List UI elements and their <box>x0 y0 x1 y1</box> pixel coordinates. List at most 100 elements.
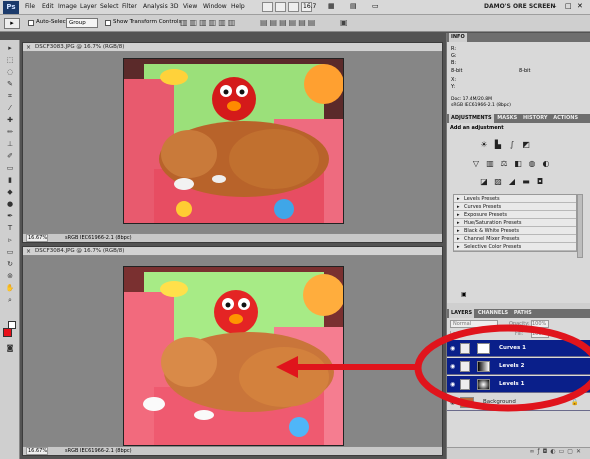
tab-layers[interactable]: LAYERS <box>449 309 475 318</box>
pen-tool-icon[interactable]: ✒ <box>4 212 16 221</box>
curves-icon[interactable]: ∫ <box>507 140 517 149</box>
zoom-tool-icon[interactable]: ⌕ <box>4 296 16 305</box>
distribute-icons[interactable]: ▤▤▤▤▤▤ <box>260 18 317 27</box>
menu-help[interactable]: Help <box>231 3 245 10</box>
preset-hue-saturation[interactable]: Hue/Saturation Presets <box>454 219 576 227</box>
layer-mask-thumb[interactable] <box>477 379 490 390</box>
menu-view[interactable]: View <box>183 3 197 10</box>
shape-tool-icon[interactable]: ▭ <box>4 248 16 257</box>
zoom-level[interactable]: 16.7 <box>303 3 316 10</box>
color-balance-icon[interactable]: ⚖ <box>499 159 509 168</box>
tab-history[interactable]: HISTORY <box>521 114 550 123</box>
tab-actions[interactable]: ACTIONS <box>551 114 580 123</box>
preset-curves[interactable]: Curves Presets <box>454 203 576 211</box>
close-doc-icon[interactable]: × <box>26 247 31 256</box>
crop-tool-icon[interactable]: ⌗ <box>4 92 16 101</box>
status-zoom-2[interactable]: 16.67% <box>26 447 48 455</box>
auto-select-checkbox[interactable] <box>28 20 34 26</box>
menu-select[interactable]: Select <box>100 3 119 10</box>
exposure-icon[interactable]: ◩ <box>521 140 531 149</box>
minimize-icon[interactable]: – <box>553 2 557 10</box>
visibility-eye-icon[interactable]: ◉ <box>450 363 455 370</box>
menu-image[interactable]: Image <box>58 3 77 10</box>
threshold-icon[interactable]: ◢ <box>507 177 517 186</box>
quick-mask-icon[interactable]: ◙ <box>4 344 16 353</box>
tab-masks[interactable]: MASKS <box>495 114 519 123</box>
document-tab-1[interactable]: × DSCF3083.JPG @ 16.7% (RGB/8) <box>23 43 442 52</box>
levels-icon[interactable]: ▙ <box>493 140 503 149</box>
menu-3d[interactable]: 3D <box>170 3 178 10</box>
link-layers-icon[interactable]: ∞ <box>530 448 538 455</box>
layer-mask-thumb[interactable] <box>477 343 490 354</box>
layer-mask-thumb[interactable] <box>477 361 490 372</box>
visibility-eye-icon[interactable]: ◉ <box>450 381 455 388</box>
invert-icon[interactable]: ◪ <box>479 177 489 186</box>
black-white-icon[interactable]: ◧ <box>513 159 523 168</box>
delete-layer-icon[interactable]: ✕ <box>576 448 584 455</box>
move-tool-icon[interactable]: ▸ <box>4 44 16 53</box>
type-tool-icon[interactable]: T <box>4 224 16 233</box>
menu-window[interactable]: Window <box>203 3 227 10</box>
screen-mode-icon[interactable]: ▭ <box>372 2 379 10</box>
clip-icon[interactable]: ▣ <box>461 291 467 298</box>
minibridge-icon[interactable] <box>275 2 286 12</box>
canvas-2[interactable] <box>23 256 442 447</box>
auto-select-dropdown[interactable]: Group <box>66 18 98 28</box>
view-extras-icon[interactable]: ▦ <box>328 2 335 10</box>
transform-controls-checkbox[interactable] <box>105 20 111 26</box>
3d-rotate-icon[interactable]: ↻ <box>4 260 16 269</box>
stamp-tool-icon[interactable]: ⊥ <box>4 140 16 149</box>
new-layer-icon[interactable]: ▢ <box>567 448 576 455</box>
close-icon[interactable]: ✕ <box>577 2 583 10</box>
foreground-color-swatch[interactable] <box>3 328 12 337</box>
layer-row-curves[interactable]: ◉ Curves 1 <box>447 340 590 357</box>
layer-row-levels-2[interactable]: ◉ Levels 2 <box>447 358 590 375</box>
selective-color-icon[interactable]: ◘ <box>535 177 545 186</box>
bridge-icon[interactable] <box>262 2 273 12</box>
vibrance-icon[interactable]: ▽ <box>471 159 481 168</box>
hand-icon[interactable] <box>288 2 299 12</box>
channel-mixer-icon[interactable]: ◐ <box>541 159 551 168</box>
preset-exposure[interactable]: Exposure Presets <box>454 211 576 219</box>
gradient-tool-icon[interactable]: ▮ <box>4 176 16 185</box>
arrange-icon[interactable]: ▤ <box>350 2 357 10</box>
tab-info[interactable]: INFO <box>449 33 467 42</box>
presets-scrollbar[interactable] <box>577 194 583 258</box>
hand-tool-icon[interactable]: ✋ <box>4 284 16 293</box>
status-zoom-1[interactable]: 16.67% <box>26 234 48 242</box>
fill-field[interactable]: 100% <box>531 330 549 338</box>
move-tool-icon[interactable]: ▸ <box>4 18 20 29</box>
lasso-tool-icon[interactable]: ◌ <box>4 68 16 77</box>
preset-channel-mixer[interactable]: Channel Mixer Presets <box>454 235 576 243</box>
close-doc-icon[interactable]: × <box>26 43 31 52</box>
align-icons[interactable]: ▥▥▥▥▥▥ <box>180 18 237 27</box>
quick-select-tool-icon[interactable]: ✎ <box>4 80 16 89</box>
document-tab-2[interactable]: × DSCF3084.JPG @ 16.7% (RGB/8) <box>23 247 442 256</box>
path-select-icon[interactable]: ▹ <box>4 236 16 245</box>
blur-tool-icon[interactable]: ◆ <box>4 188 16 197</box>
maximize-icon[interactable]: □ <box>565 2 572 10</box>
menu-analysis[interactable]: Analysis <box>143 3 168 10</box>
brightness-icon[interactable]: ☀ <box>479 140 489 149</box>
preset-selective-color[interactable]: Selective Color Presets <box>454 243 576 251</box>
visibility-eye-icon[interactable]: ◉ <box>450 345 455 352</box>
dodge-tool-icon[interactable]: ● <box>4 200 16 209</box>
gradient-map-icon[interactable]: ▬ <box>521 177 531 186</box>
menu-layer[interactable]: Layer <box>80 3 97 10</box>
photo-filter-icon[interactable]: ◍ <box>527 159 537 168</box>
hue-sat-icon[interactable]: ▥ <box>485 159 495 168</box>
blend-mode-dropdown[interactable]: Normal <box>450 320 498 328</box>
canvas-1[interactable] <box>23 52 442 234</box>
preset-levels[interactable]: Levels Presets <box>454 195 576 203</box>
menu-filter[interactable]: Filter <box>122 3 137 10</box>
layer-row-background[interactable]: ◉ Background 🔒 <box>447 394 590 411</box>
eyedropper-tool-icon[interactable]: ⁄ <box>4 104 16 113</box>
preset-black-white[interactable]: Black & White Presets <box>454 227 576 235</box>
3d-orbit-icon[interactable]: ⊚ <box>4 272 16 281</box>
opacity-field[interactable]: 100% <box>531 320 549 328</box>
tab-paths[interactable]: PATHS <box>512 309 534 318</box>
marquee-tool-icon[interactable]: ⬚ <box>4 56 16 65</box>
posterize-icon[interactable]: ▨ <box>493 177 503 186</box>
history-brush-icon[interactable]: ✐ <box>4 152 16 161</box>
brush-tool-icon[interactable]: ✏ <box>4 128 16 137</box>
